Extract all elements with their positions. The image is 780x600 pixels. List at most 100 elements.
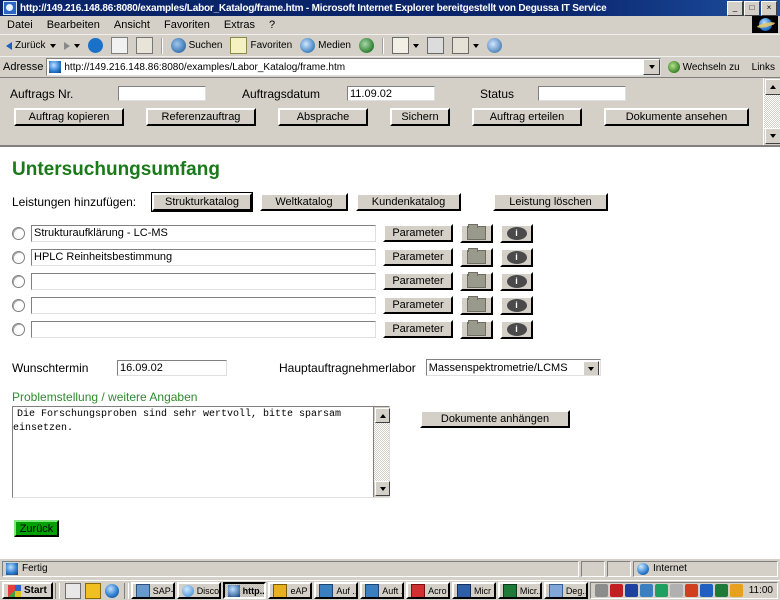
sync-icon[interactable] <box>684 584 698 597</box>
excel-tray-icon[interactable] <box>714 584 728 597</box>
info-button[interactable]: i <box>500 247 533 267</box>
scrollbar-track[interactable] <box>374 421 389 483</box>
taskbar-item[interactable]: Disco... <box>176 582 221 599</box>
scroll-up-button[interactable] <box>765 79 780 95</box>
address-dropdown-button[interactable] <box>642 59 660 75</box>
volume-icon[interactable] <box>729 584 743 597</box>
zurueck-button[interactable]: Zurück <box>14 520 59 537</box>
scroll-down-button[interactable] <box>765 128 780 144</box>
app-icon[interactable] <box>639 584 653 597</box>
info-button[interactable]: i <box>500 271 533 291</box>
scroll-up-button[interactable] <box>375 408 390 423</box>
service-input[interactable] <box>31 296 376 314</box>
service-radio[interactable] <box>12 298 25 312</box>
folder-button[interactable] <box>460 319 493 339</box>
power-icon[interactable] <box>699 584 713 597</box>
favorites-button[interactable]: Favoriten <box>227 36 295 55</box>
media-button[interactable]: Medien <box>297 37 354 54</box>
parameter-button[interactable]: Parameter <box>383 320 453 338</box>
problem-textarea[interactable]: Die Forschungsproben sind sehr wertvoll,… <box>12 406 390 498</box>
dokumente-anhaengen-button[interactable]: Dokumente anhängen <box>420 410 570 428</box>
search-button[interactable]: Suchen <box>168 37 226 54</box>
auftrag-kopieren-button[interactable]: Auftrag kopieren <box>14 108 124 126</box>
refresh-button[interactable] <box>108 36 131 55</box>
referenzauftrag-button[interactable]: Referenzauftrag <box>146 108 256 126</box>
absprache-button[interactable]: Absprache <box>278 108 368 126</box>
menu-item-ansicht[interactable]: Ansicht <box>107 18 157 32</box>
service-radio[interactable] <box>12 226 25 240</box>
print-button[interactable] <box>424 36 447 55</box>
folder-button[interactable] <box>460 247 493 267</box>
service-input[interactable] <box>31 272 376 290</box>
menu-item-bearbeiten[interactable]: Bearbeiten <box>40 18 107 32</box>
sichern-button[interactable]: Sichern <box>390 108 450 126</box>
service-radio[interactable] <box>12 322 25 336</box>
info-button[interactable]: i <box>500 319 533 339</box>
ie-quicklaunch-icon[interactable] <box>104 583 119 598</box>
printer-icon[interactable] <box>669 584 683 597</box>
scrollbar-track[interactable] <box>764 94 780 129</box>
taskbar-item[interactable]: Acro ... <box>406 582 451 599</box>
strukturkatalog-button[interactable]: Strukturkatalog <box>152 193 252 211</box>
parameter-button[interactable]: Parameter <box>383 272 453 290</box>
parameter-button[interactable]: Parameter <box>383 296 453 314</box>
taskbar-clock[interactable]: 11:00 <box>745 585 773 596</box>
taskbar-item[interactable]: Micr... <box>497 582 542 599</box>
service-input[interactable]: Strukturaufklärung - LC-MS <box>31 224 376 242</box>
start-button[interactable]: Start <box>2 582 53 599</box>
info-button[interactable]: i <box>500 295 533 315</box>
folder-button[interactable] <box>460 223 493 243</box>
auftrag-datum-input[interactable]: 11.09.02 <box>347 86 435 101</box>
network-icon[interactable] <box>594 584 608 597</box>
taskbar-item[interactable]: eAP ... <box>268 582 313 599</box>
taskbar-item[interactable]: Micr <box>452 582 496 599</box>
select-dropdown-button[interactable] <box>582 361 599 375</box>
status-input[interactable] <box>538 86 626 101</box>
menu-item-extras[interactable]: Extras <box>217 18 262 32</box>
auftrag-nr-input[interactable] <box>118 86 206 101</box>
address-input[interactable]: http://149.216.148.86:8080/examples/Labo… <box>46 58 661 76</box>
parameter-button[interactable]: Parameter <box>383 224 453 242</box>
connection-icon[interactable] <box>654 584 668 597</box>
textarea-scrollbar[interactable] <box>373 407 390 497</box>
forward-button[interactable] <box>61 41 83 51</box>
history-button[interactable] <box>356 37 377 54</box>
media-player-icon[interactable] <box>84 582 101 599</box>
service-input[interactable]: HPLC Reinheitsbestimmung <box>31 248 376 266</box>
menu-item-favoriten[interactable]: Favoriten <box>157 18 217 32</box>
parameter-button[interactable]: Parameter <box>383 248 453 266</box>
taskbar-item[interactable]: Auf ... <box>314 582 359 599</box>
discuss-button[interactable] <box>484 37 505 54</box>
show-desktop-icon[interactable] <box>64 582 81 599</box>
info-button[interactable]: i <box>500 223 533 243</box>
close-button[interactable]: × <box>761 0 777 16</box>
dokumente-ansehen-button[interactable]: Dokumente ansehen <box>604 108 749 126</box>
service-radio[interactable] <box>12 274 25 288</box>
service-radio[interactable] <box>12 250 25 264</box>
kundenkatalog-button[interactable]: Kundenkatalog <box>356 193 461 211</box>
taskbar-item[interactable]: Auft ... <box>360 582 405 599</box>
scroll-down-button[interactable] <box>375 481 390 496</box>
hauptlabor-select[interactable]: Massenspektrometrie/LCMS <box>425 359 601 376</box>
mail-button[interactable] <box>389 36 422 55</box>
service-input[interactable] <box>31 320 376 338</box>
folder-button[interactable] <box>460 295 493 315</box>
edit-button[interactable] <box>449 36 482 55</box>
go-button[interactable]: Wechseln zu <box>664 61 744 73</box>
leistung-loeschen-button[interactable]: Leistung löschen <box>493 193 608 211</box>
antivirus-icon[interactable] <box>609 584 623 597</box>
weltkatalog-button[interactable]: Weltkatalog <box>260 193 348 211</box>
home-button[interactable] <box>133 36 156 55</box>
menu-item-datei[interactable]: Datei <box>0 18 40 32</box>
wunschtermin-input[interactable]: 16.09.02 <box>117 359 227 376</box>
minimize-button[interactable]: _ <box>727 0 743 16</box>
top-frame-scrollbar[interactable] <box>763 78 780 145</box>
taskbar-item[interactable]: SAP-... <box>130 582 175 599</box>
back-button[interactable]: Zurück <box>3 39 59 52</box>
db-icon[interactable] <box>624 584 638 597</box>
links-button[interactable]: Links <box>747 62 780 73</box>
stop-button[interactable] <box>85 37 106 54</box>
maximize-button[interactable]: □ <box>744 0 760 16</box>
taskbar-item[interactable]: Deg... <box>543 582 588 599</box>
auftrag-erteilen-button[interactable]: Auftrag erteilen <box>472 108 582 126</box>
